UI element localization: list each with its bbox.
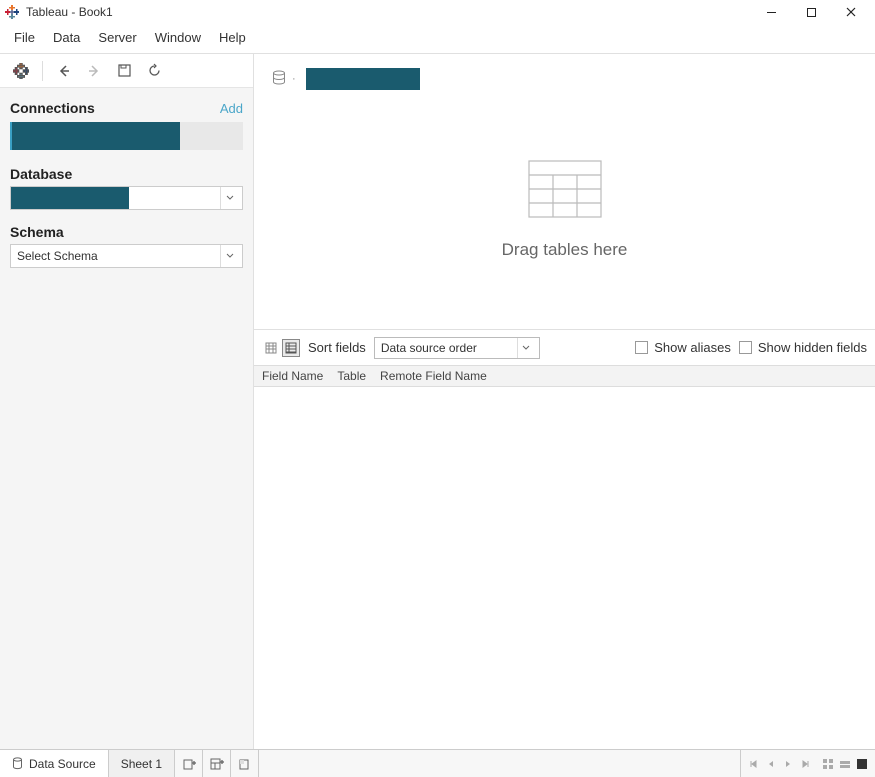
drag-tables-hint: Drag tables here (502, 240, 628, 260)
nav-prev-button[interactable] (764, 757, 778, 771)
window-maximize-button[interactable] (791, 0, 831, 24)
tab-data-source-label: Data Source (29, 757, 96, 771)
tab-sheet1[interactable]: Sheet 1 (109, 750, 175, 777)
list-view-button[interactable] (282, 339, 300, 357)
menu-file[interactable]: File (6, 28, 43, 47)
menu-data[interactable]: Data (45, 28, 88, 47)
show-filmstrip-button[interactable] (838, 757, 852, 771)
show-sheets-button[interactable] (855, 757, 869, 771)
nav-first-button[interactable] (747, 757, 761, 771)
schema-heading: Schema (10, 224, 243, 240)
sort-fields-select[interactable]: Data source order (374, 337, 540, 359)
save-button[interactable] (111, 58, 137, 84)
new-dashboard-button[interactable] (203, 750, 231, 777)
schema-select-value: Select Schema (11, 249, 220, 263)
show-hidden-fields-label: Show hidden fields (758, 340, 867, 355)
window-minimize-button[interactable] (751, 0, 791, 24)
database-icon (272, 70, 288, 88)
dot-separator: · (292, 73, 296, 85)
menu-server[interactable]: Server (90, 28, 144, 47)
new-worksheet-button[interactable] (175, 750, 203, 777)
canvas-area: · Drag tables here (254, 54, 875, 329)
fields-grid-body (254, 387, 875, 749)
back-button[interactable] (51, 58, 77, 84)
chevron-down-icon (220, 245, 238, 267)
nav-last-button[interactable] (798, 757, 812, 771)
connections-heading: Connections (10, 100, 95, 116)
table-icon (528, 160, 602, 218)
column-table[interactable]: Table (337, 369, 366, 383)
title-bar: Tableau - Book1 (0, 0, 875, 24)
column-remote-field-name[interactable]: Remote Field Name (380, 369, 487, 383)
chevron-down-icon (517, 338, 535, 358)
left-sidebar: Connections Add Database Schema Select S… (0, 54, 254, 749)
connection-item[interactable] (10, 122, 243, 150)
sort-fields-value: Data source order (381, 341, 517, 355)
database-select[interactable] (10, 186, 243, 210)
column-field-name[interactable]: Field Name (262, 369, 323, 383)
toolbar (0, 54, 253, 88)
add-connection-link[interactable]: Add (220, 101, 243, 116)
menu-window[interactable]: Window (147, 28, 209, 47)
window-close-button[interactable] (831, 0, 871, 24)
window-title: Tableau - Book1 (26, 5, 113, 19)
database-icon (12, 757, 23, 770)
forward-button[interactable] (81, 58, 107, 84)
bottom-tabstrip: Data Source Sheet 1 (0, 749, 875, 777)
canvas-drop-zone[interactable]: Drag tables here (272, 90, 857, 329)
tableau-app-icon (4, 4, 20, 20)
schema-select[interactable]: Select Schema (10, 244, 243, 268)
menu-help[interactable]: Help (211, 28, 254, 47)
tableau-logo-icon[interactable] (8, 58, 34, 84)
new-story-button[interactable] (231, 750, 259, 777)
grid-view-button[interactable] (262, 339, 280, 357)
nav-next-button[interactable] (781, 757, 795, 771)
fields-header-row: Field Name Table Remote Field Name (254, 365, 875, 387)
tab-nav-tools (741, 750, 875, 777)
show-tabs-button[interactable] (821, 757, 835, 771)
show-aliases-checkbox[interactable]: Show aliases (635, 340, 731, 355)
checkbox-icon (739, 341, 752, 354)
chevron-down-icon (220, 187, 238, 209)
main-panel: · Drag tables here (254, 54, 875, 749)
show-aliases-label: Show aliases (654, 340, 731, 355)
show-hidden-fields-checkbox[interactable]: Show hidden fields (739, 340, 867, 355)
sort-fields-label: Sort fields (308, 340, 366, 355)
fields-toolbar: Sort fields Data source order Show alias… (254, 329, 875, 365)
tab-data-source[interactable]: Data Source (0, 750, 109, 777)
checkbox-icon (635, 341, 648, 354)
datasource-name-field[interactable] (306, 68, 420, 90)
menu-bar: File Data Server Window Help (0, 24, 875, 53)
refresh-button[interactable] (141, 58, 167, 84)
tab-sheet1-label: Sheet 1 (121, 757, 162, 771)
database-heading: Database (10, 166, 243, 182)
